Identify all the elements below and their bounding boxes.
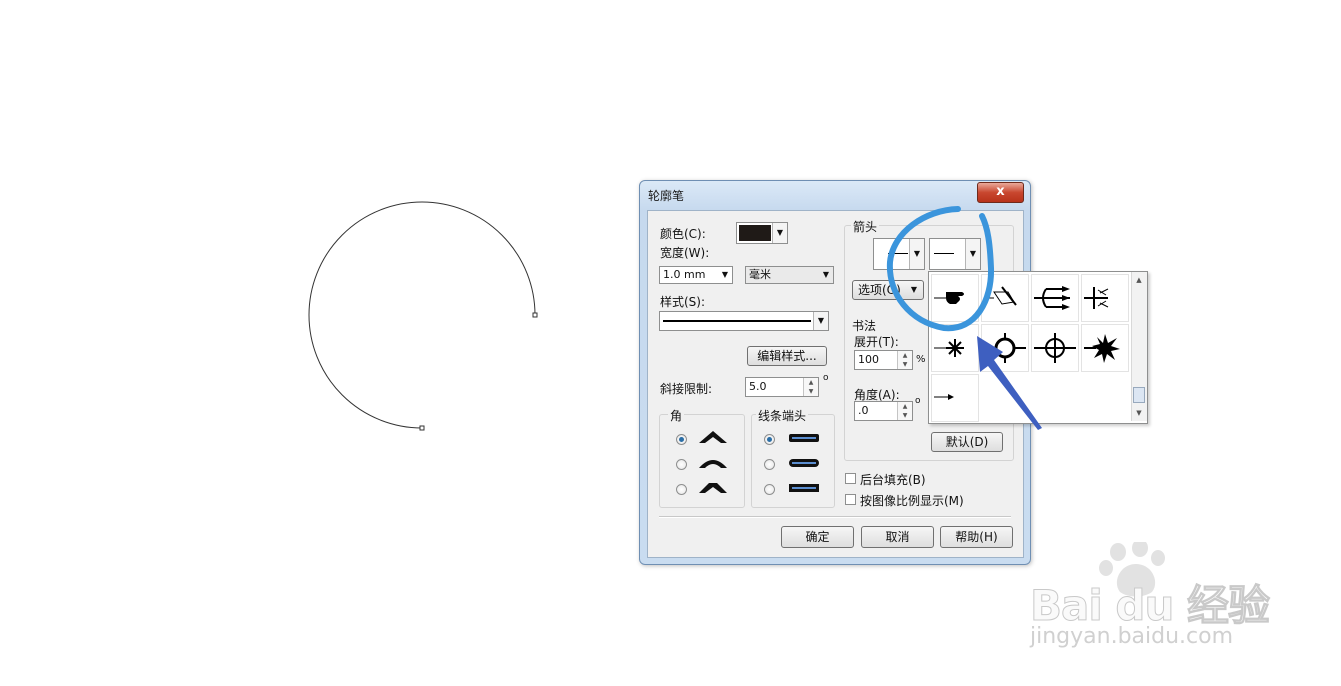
baidu-watermark-url: jingyan.baidu.com xyxy=(1030,624,1234,649)
annotation-circle xyxy=(886,206,995,332)
annotation-arrow xyxy=(977,336,1042,430)
